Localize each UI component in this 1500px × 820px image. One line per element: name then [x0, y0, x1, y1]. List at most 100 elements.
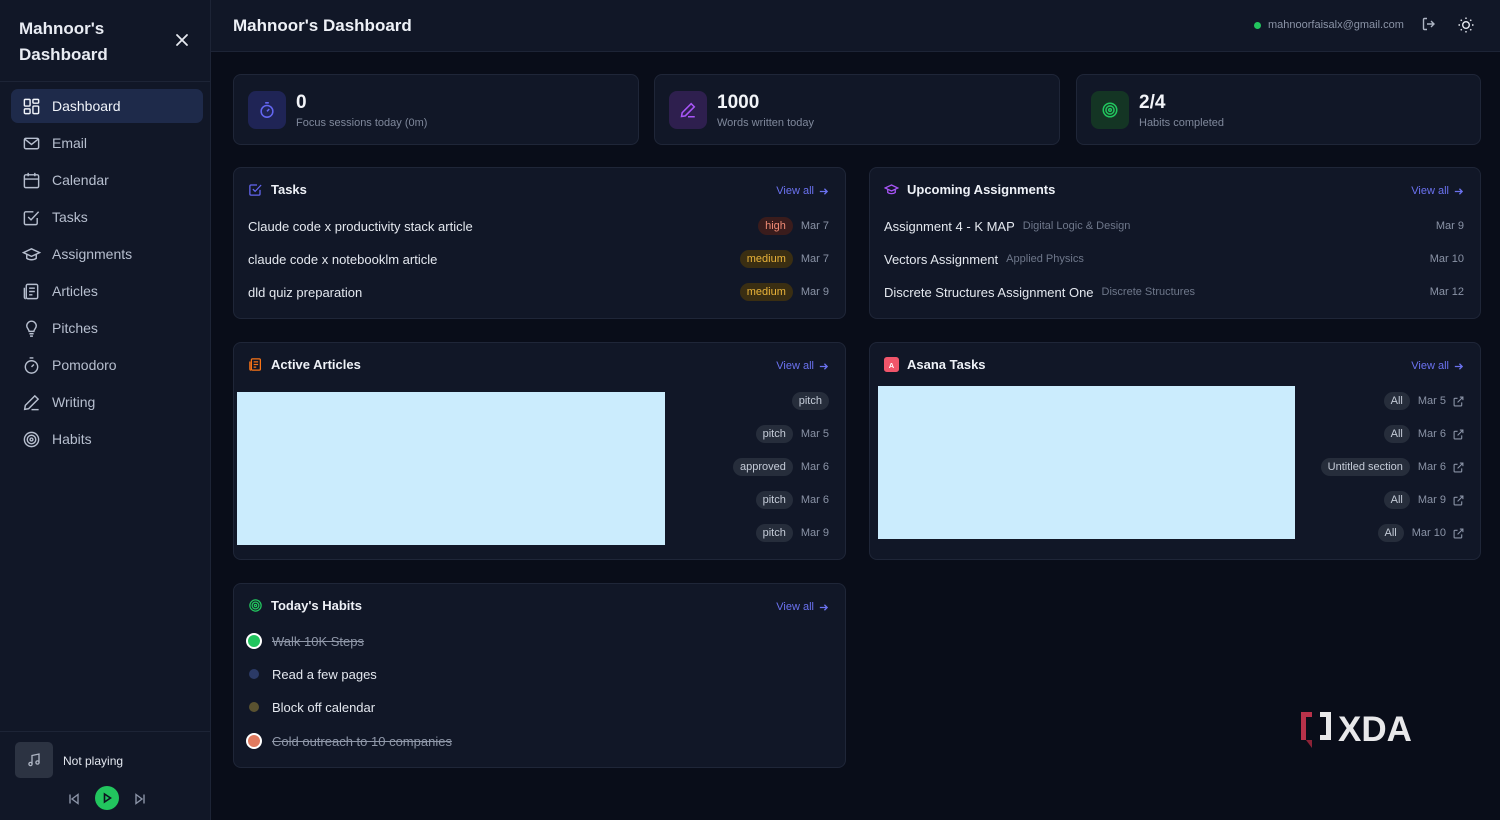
- external-link-icon[interactable]: [1453, 462, 1464, 473]
- view-all-link[interactable]: View all: [776, 185, 829, 197]
- svg-text:A: A: [889, 361, 895, 370]
- habit-checkbox[interactable]: [246, 699, 262, 715]
- habit-checkbox[interactable]: [246, 666, 262, 682]
- sidebar-item-label: Habits: [52, 431, 92, 447]
- user-email: mahnoorfaisalx@gmail.com: [1268, 19, 1404, 31]
- sidebar-item-calendar[interactable]: Calendar: [11, 163, 203, 197]
- skip-forward-icon[interactable]: [133, 792, 147, 806]
- sidebar-item-writing[interactable]: Writing: [11, 385, 203, 419]
- sidebar-item-articles[interactable]: Articles: [11, 274, 203, 308]
- close-icon[interactable]: [172, 30, 192, 50]
- arrow-right-icon: [819, 362, 829, 370]
- status-badge: pitch: [791, 392, 829, 410]
- task-title: Claude code x productivity stack article: [248, 218, 473, 234]
- stat-card-habits: 2/4 Habits completed: [1076, 74, 1481, 145]
- logout-icon[interactable]: [1421, 16, 1437, 32]
- arrow-right-icon: [1454, 187, 1464, 195]
- external-link-icon[interactable]: [1453, 528, 1464, 539]
- view-all-link[interactable]: View all: [1411, 360, 1464, 372]
- task-date: Mar 7: [800, 253, 829, 265]
- asana-date: Mar 5: [1417, 395, 1446, 407]
- panel-title: Active Articles: [271, 357, 361, 372]
- article-date: Mar 9: [800, 527, 829, 539]
- sidebar-item-assignments[interactable]: Assignments: [11, 237, 203, 271]
- sidebar-item-label: Calendar: [52, 172, 109, 188]
- article-icon: [249, 358, 262, 371]
- assignments-panel: Upcoming Assignments View all Assignment…: [869, 167, 1481, 319]
- task-row[interactable]: claude code x notebooklm article medium …: [248, 247, 829, 271]
- external-link-icon[interactable]: [1453, 429, 1464, 440]
- external-link-icon[interactable]: [1453, 396, 1464, 407]
- sidebar-item-email[interactable]: Email: [11, 126, 203, 160]
- stat-card-words: 1000 Words written today: [654, 74, 1060, 145]
- sidebar-item-label: Dashboard: [52, 98, 121, 114]
- panel-title: Asana Tasks: [907, 357, 986, 372]
- habit-checkbox[interactable]: [246, 633, 262, 649]
- assignment-title: Assignment 4 - K MAP: [884, 218, 1015, 234]
- skip-back-icon[interactable]: [67, 792, 81, 806]
- status-badge: approved: [733, 458, 793, 476]
- panel-header: Upcoming Assignments: [884, 182, 1055, 197]
- stat-value: 1000: [717, 92, 760, 113]
- timer-icon: [260, 102, 274, 118]
- status-badge: pitch: [755, 524, 793, 542]
- lightbulb-icon: [26, 320, 37, 337]
- sidebar-item-label: Tasks: [52, 209, 88, 225]
- sidebar-item-label: Email: [52, 135, 88, 151]
- timer-icon: [24, 356, 39, 374]
- view-all-link[interactable]: View all: [776, 360, 829, 372]
- assignment-row[interactable]: Assignment 4 - K MAP Digital Logic & Des…: [884, 214, 1464, 238]
- assignment-row[interactable]: Discrete Structures Assignment One Discr…: [884, 280, 1464, 304]
- task-date: Mar 9: [800, 286, 829, 298]
- priority-badge: medium: [739, 283, 793, 301]
- articles-panel: Active Articles View all pitch pitch Mar…: [233, 342, 846, 560]
- tasks-icon: [249, 184, 262, 196]
- panel-header: Active Articles: [248, 357, 361, 372]
- player-status: Not playing: [63, 754, 124, 768]
- task-date: Mar 7: [800, 220, 829, 232]
- sidebar-item-label: Articles: [52, 283, 98, 299]
- habit-row[interactable]: Block off calendar: [246, 697, 375, 717]
- external-link-icon[interactable]: [1453, 495, 1464, 506]
- stat-icon-box: [1091, 91, 1129, 129]
- panel-header: Today's Habits: [248, 598, 362, 613]
- task-row[interactable]: dld quiz preparation medium Mar 9: [248, 280, 829, 304]
- status-badge: pitch: [755, 425, 793, 443]
- top-bar: Mahnoor's Dashboard mahnoorfaisalx@gmail…: [211, 0, 1500, 52]
- article-date: Mar 5: [800, 428, 829, 440]
- assignment-row[interactable]: Vectors Assignment Applied Physics Mar 1…: [884, 247, 1464, 271]
- sidebar-item-tasks[interactable]: Tasks: [11, 200, 203, 234]
- article-date: Mar 6: [800, 494, 829, 506]
- assignment-title: Vectors Assignment: [884, 251, 999, 267]
- graduation-cap-icon: [884, 184, 899, 195]
- priority-badge: high: [758, 217, 793, 235]
- view-all-link[interactable]: View all: [1411, 185, 1464, 197]
- habit-row[interactable]: Walk 10K Steps: [246, 631, 364, 651]
- sidebar-item-dashboard[interactable]: Dashboard: [11, 89, 203, 123]
- habit-row[interactable]: Cold outreach to 10 companies: [246, 731, 452, 751]
- page-title: Mahnoor's Dashboard: [233, 16, 412, 35]
- habit-row[interactable]: Read a few pages: [246, 664, 377, 684]
- xda-watermark-logo: XDA: [1301, 710, 1412, 749]
- sidebar-item-pitches[interactable]: Pitches: [11, 311, 203, 345]
- task-title: dld quiz preparation: [248, 284, 363, 300]
- arrow-right-icon: [1454, 362, 1464, 370]
- sidebar-item-pomodoro[interactable]: Pomodoro: [11, 348, 203, 382]
- panel-title: Upcoming Assignments: [907, 182, 1056, 197]
- habit-checkbox[interactable]: [246, 733, 262, 749]
- tasks-panel: Tasks View all Claude code x productivit…: [233, 167, 846, 319]
- stat-card-focus: 0 Focus sessions today (0m): [233, 74, 639, 145]
- pen-icon: [23, 394, 40, 410]
- assignment-course: Discrete Structures: [1101, 286, 1196, 298]
- sidebar-item-habits[interactable]: Habits: [11, 422, 203, 456]
- asana-logo-icon: A: [884, 357, 899, 372]
- article-date: Mar 6: [800, 461, 829, 473]
- stat-value: 0: [296, 92, 307, 113]
- tasks-icon: [23, 210, 40, 225]
- section-badge: All: [1383, 425, 1410, 443]
- task-row[interactable]: Claude code x productivity stack article…: [248, 214, 829, 238]
- sun-icon[interactable]: [1457, 16, 1475, 34]
- habit-label: Read a few pages: [272, 666, 377, 682]
- view-all-link[interactable]: View all: [776, 601, 829, 613]
- play-button[interactable]: [95, 786, 119, 810]
